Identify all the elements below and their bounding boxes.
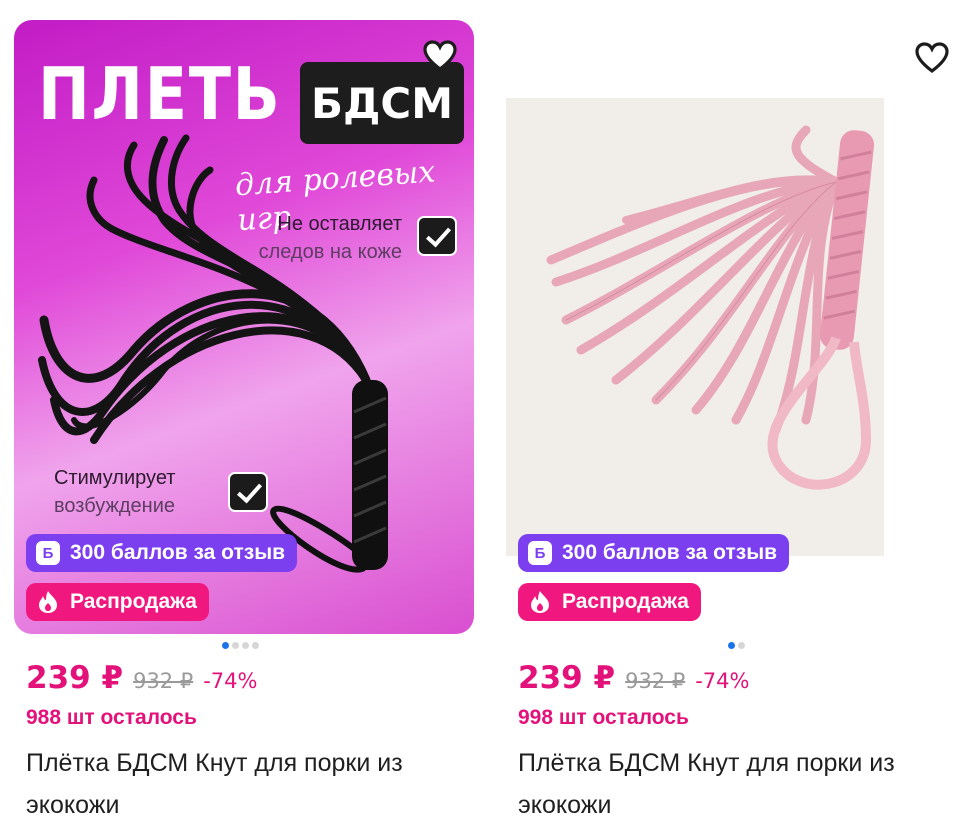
sale-badge: Распродажа (26, 583, 209, 621)
flame-icon (36, 590, 60, 614)
old-price: 932 ₽ (133, 669, 194, 693)
discount: -74% (695, 669, 750, 693)
current-price: 239 ₽ (518, 660, 616, 696)
gallery-dot[interactable] (728, 642, 735, 649)
gallery-dot[interactable] (242, 642, 249, 649)
price-row: 239 ₽ 932 ₽ -74% (26, 660, 257, 696)
check-icon (417, 216, 457, 256)
product-card-1[interactable]: ПЛЕТЬ БДСМ для ролевых игр Не оставляет … (0, 0, 474, 831)
heart-icon (423, 40, 457, 72)
product-title[interactable]: Плётка БДСМ Кнут для порки из экокожи (26, 742, 456, 826)
product-card-2[interactable]: Б 300 баллов за отзыв Распродажа 239 ₽ 9… (494, 0, 966, 831)
current-price: 239 ₽ (26, 660, 124, 696)
points-icon: Б (528, 541, 552, 565)
points-badge: Б 300 баллов за отзыв (26, 534, 298, 572)
gallery-dot[interactable] (232, 642, 239, 649)
stock-remaining: 998 шт осталось (518, 706, 689, 729)
gallery-dot[interactable] (222, 642, 229, 649)
banner-title: ПЛЕТЬ (38, 52, 282, 136)
banner-feature-2: Стимулирует возбуждение (54, 464, 214, 520)
feature-1-line-2: следов на коже (258, 241, 402, 263)
gallery-dot[interactable] (738, 642, 745, 649)
heart-icon (915, 42, 949, 74)
favorite-button[interactable] (422, 38, 458, 74)
check-icon (228, 472, 268, 512)
banner-feature-1: Не оставляет следов на коже (214, 210, 402, 266)
price-row: 239 ₽ 932 ₽ -74% (518, 660, 749, 696)
gallery-indicator (728, 642, 745, 649)
feature-2-line-2: возбуждение (54, 495, 175, 517)
feature-2-line-1: Стимулирует (54, 467, 176, 489)
banner-tag: БДСМ (300, 62, 464, 144)
favorite-button[interactable] (914, 40, 950, 76)
flame-icon (528, 590, 552, 614)
gallery-indicator (222, 642, 259, 649)
points-icon: Б (36, 541, 60, 565)
old-price: 932 ₽ (625, 669, 686, 693)
gallery-dot[interactable] (252, 642, 259, 649)
discount: -74% (203, 669, 258, 693)
sale-badge-label: Распродажа (562, 590, 689, 613)
sale-badge: Распродажа (518, 583, 701, 621)
points-badge-label: 300 баллов за отзыв (70, 541, 286, 564)
points-badge: Б 300 баллов за отзыв (518, 534, 790, 572)
sale-badge-label: Распродажа (70, 590, 197, 613)
stock-remaining: 988 шт осталось (26, 706, 197, 729)
product-title[interactable]: Плётка БДСМ Кнут для порки из экокожи (518, 742, 948, 826)
points-badge-label: 300 баллов за отзыв (562, 541, 778, 564)
feature-1-line-1: Не оставляет (277, 213, 402, 235)
